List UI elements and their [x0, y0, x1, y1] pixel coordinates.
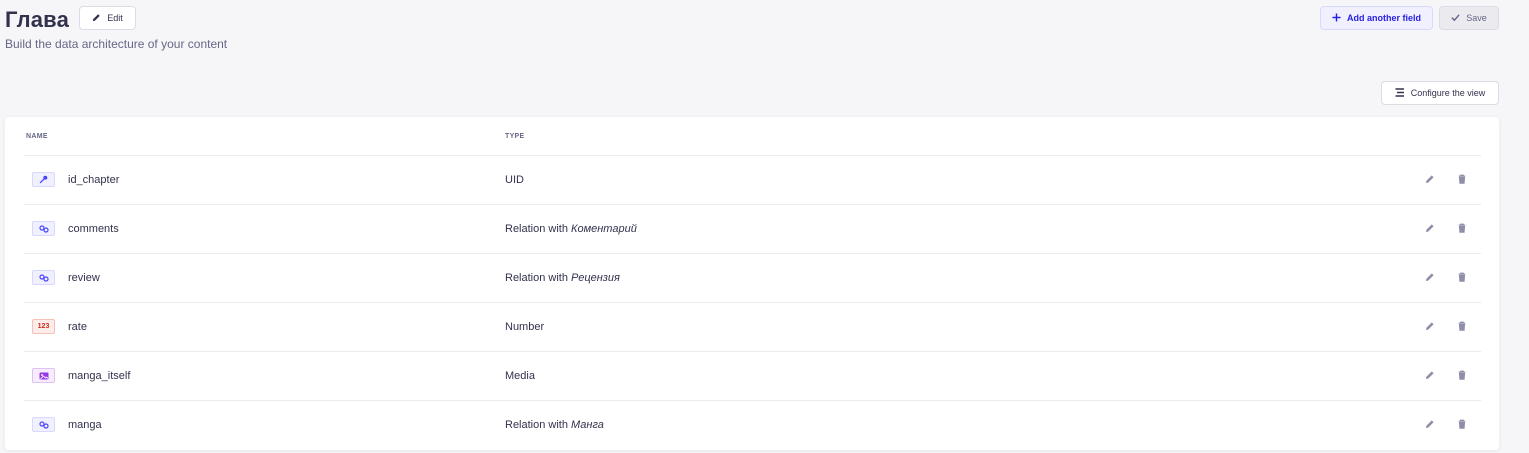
- list-settings-icon: [1395, 87, 1405, 99]
- add-another-field-label: Add another field: [1347, 13, 1421, 23]
- edit-field-icon[interactable]: [1423, 172, 1437, 186]
- delete-field-icon[interactable]: [1455, 417, 1469, 431]
- relation-icon: [32, 417, 55, 432]
- delete-field-icon[interactable]: [1455, 172, 1469, 186]
- edit-field-icon[interactable]: [1423, 270, 1437, 284]
- table-row[interactable]: id_chapter UID: [24, 155, 1481, 204]
- edit-field-icon[interactable]: [1423, 221, 1437, 235]
- save-button-label: Save: [1466, 13, 1487, 23]
- table-body: id_chapter UID comments Relation with Ком…: [24, 155, 1481, 449]
- field-name: manga: [68, 419, 102, 431]
- field-type: Relation with Коментарий: [505, 223, 637, 235]
- table-row[interactable]: 123 rate Number: [24, 302, 1481, 351]
- field-type: UID: [505, 174, 524, 186]
- relation-icon: [32, 270, 55, 285]
- column-header-name: NAME: [26, 133, 48, 140]
- fields-table: NAME TYPE id_chapter UID comments Relati…: [5, 117, 1499, 450]
- delete-field-icon[interactable]: [1455, 368, 1469, 382]
- table-row[interactable]: manga Relation with Манга: [24, 400, 1481, 449]
- table-row[interactable]: comments Relation with Коментарий: [24, 204, 1481, 253]
- configure-view-button[interactable]: Configure the view: [1381, 81, 1499, 105]
- edit-field-icon[interactable]: [1423, 368, 1437, 382]
- field-name: manga_itself: [68, 370, 131, 382]
- field-name: comments: [68, 223, 119, 235]
- field-type: Media: [505, 370, 535, 382]
- delete-field-icon[interactable]: [1455, 221, 1469, 235]
- field-type: Relation with Рецензия: [505, 272, 620, 284]
- page-subtitle: Build the data architecture of your cont…: [5, 37, 228, 51]
- edit-field-icon[interactable]: [1423, 417, 1437, 431]
- pencil-icon: [92, 13, 101, 24]
- page-title: Глава: [5, 7, 70, 32]
- configure-view-label: Configure the view: [1410, 88, 1486, 98]
- plus-icon: [1332, 12, 1341, 24]
- check-icon: [1451, 13, 1460, 24]
- delete-field-icon[interactable]: [1455, 270, 1469, 284]
- field-name: review: [68, 272, 100, 284]
- relation-icon: [32, 221, 55, 236]
- add-another-field-button[interactable]: Add another field: [1320, 6, 1433, 30]
- edit-button-label: Edit: [107, 13, 123, 23]
- field-type: Relation with Манга: [505, 419, 604, 431]
- column-header-type: TYPE: [505, 133, 525, 140]
- field-type: Number: [505, 321, 545, 333]
- number-icon: 123: [32, 319, 55, 334]
- edit-field-icon[interactable]: [1423, 319, 1437, 333]
- key-icon: [32, 172, 55, 187]
- delete-field-icon[interactable]: [1455, 319, 1469, 333]
- field-name: id_chapter: [68, 174, 120, 186]
- table-row[interactable]: review Relation with Рецензия: [24, 253, 1481, 302]
- edit-button[interactable]: Edit: [79, 6, 136, 30]
- table-row[interactable]: manga_itself Media: [24, 351, 1481, 400]
- media-icon: [32, 368, 55, 383]
- save-button[interactable]: Save: [1439, 6, 1499, 30]
- field-name: rate: [68, 321, 87, 333]
- table-header: NAME TYPE: [5, 117, 1499, 155]
